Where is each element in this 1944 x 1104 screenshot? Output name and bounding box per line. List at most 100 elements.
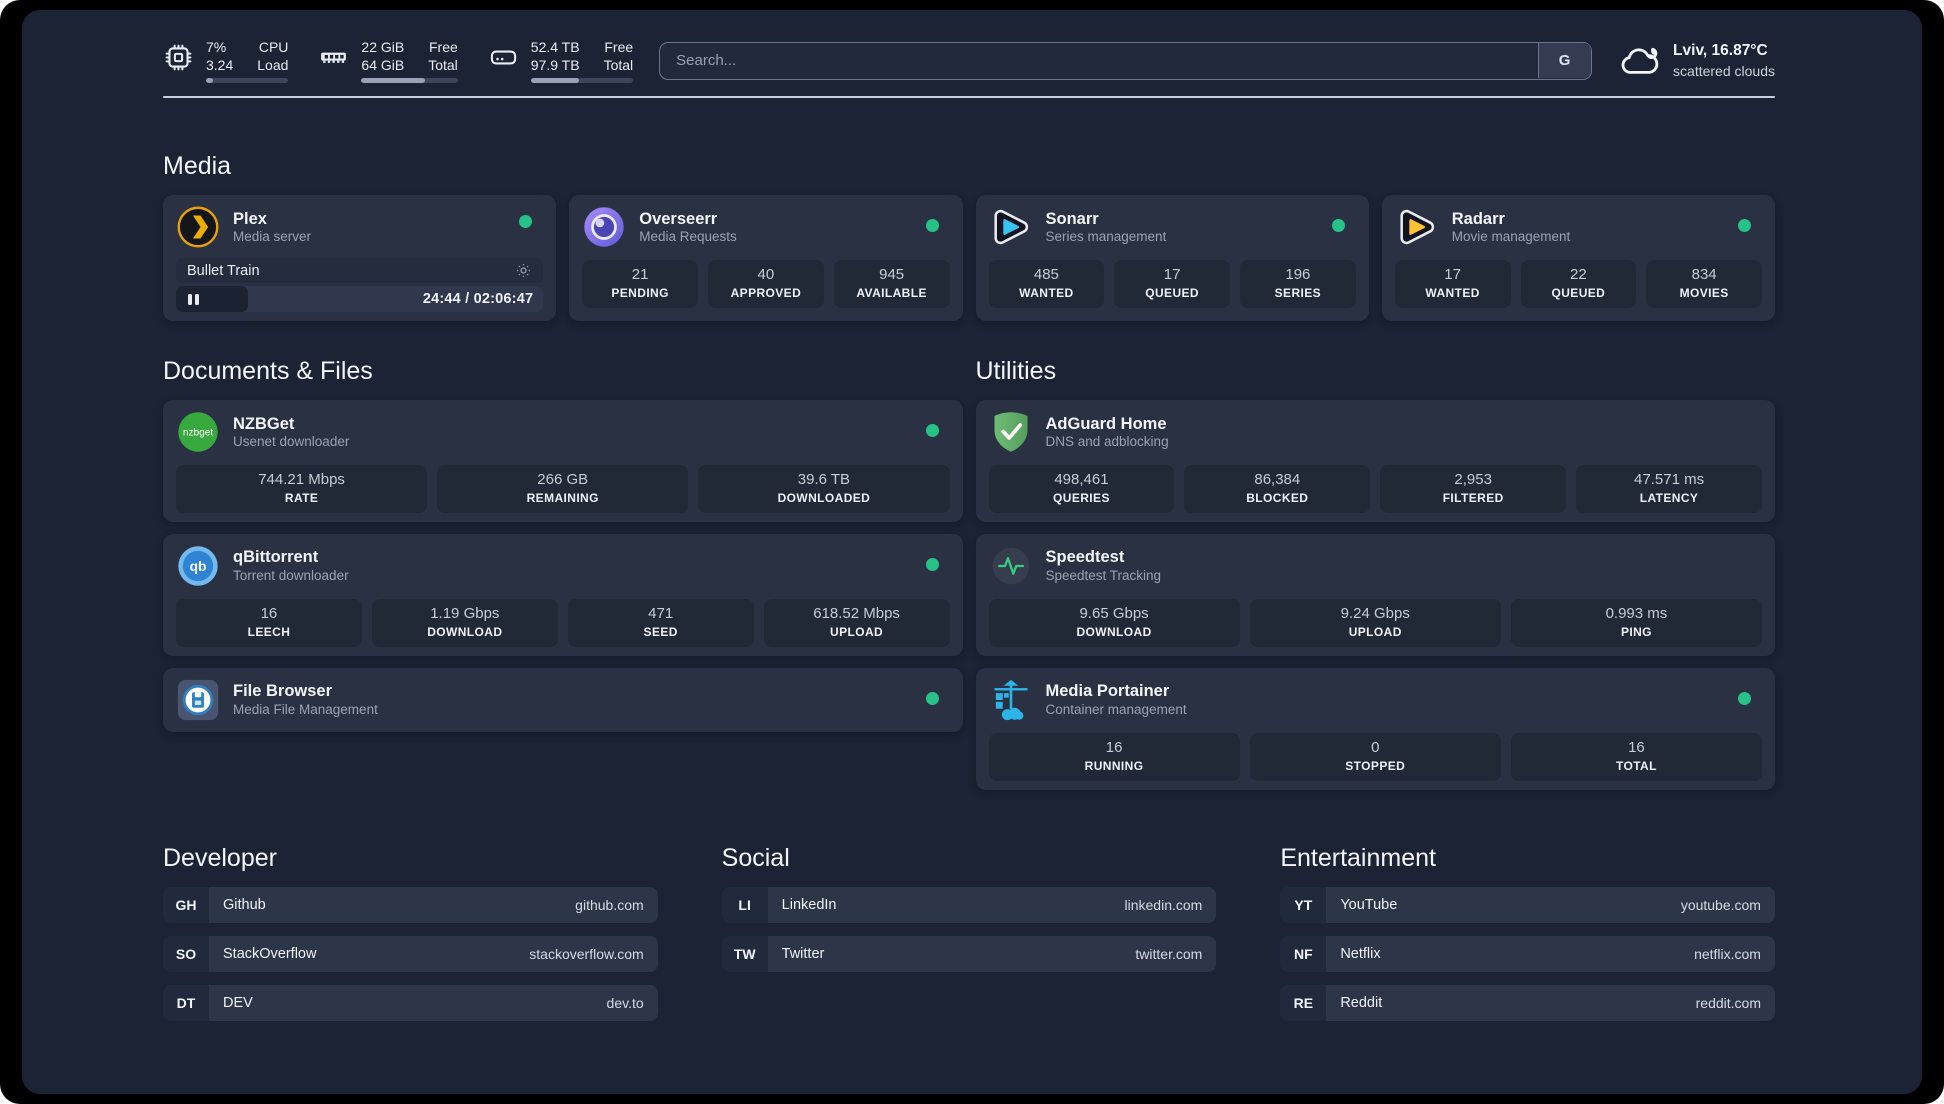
- search-bar: G: [659, 41, 1593, 80]
- stat-box: 0.993 ms PING: [1510, 599, 1762, 647]
- stat-label: QUEUED: [1551, 286, 1606, 301]
- link-dev[interactable]: DT DEV dev.to: [163, 984, 658, 1021]
- section-title-entertainment: Entertainment: [1280, 843, 1436, 872]
- app-name: Media Portainer: [1045, 682, 1170, 701]
- link-name: StackOverflow: [223, 945, 317, 962]
- app-subtitle: Torrent downloader: [233, 568, 349, 583]
- stat-label: WANTED: [1019, 286, 1074, 301]
- link-reddit[interactable]: RE Reddit reddit.com: [1280, 984, 1775, 1021]
- stat-label: STOPPED: [1345, 758, 1406, 773]
- stat-box: 17 QUEUED: [1114, 260, 1230, 309]
- window-frame: 7% 3.24 CPU Load 22 GiB 64 GiB Free Tota…: [0, 0, 1944, 1104]
- link-youtube[interactable]: YT YouTube youtube.com: [1280, 886, 1775, 923]
- status-dot-online: [925, 691, 939, 705]
- plex-player-progressbar[interactable]: 24:44 / 02:06:47: [176, 286, 544, 313]
- storage-free-label: Free: [604, 39, 634, 55]
- stat-box: 16 LEECH: [176, 599, 362, 647]
- stat-label: AVAILABLE: [856, 286, 927, 301]
- app-card-plex[interactable]: Plex Media server Bullet Train 24:44 / 0…: [163, 195, 557, 322]
- link-abbr: RE: [1280, 984, 1327, 1021]
- search-provider-button[interactable]: G: [1537, 43, 1591, 79]
- stat-value: 744.21 Mbps: [258, 471, 345, 489]
- stat-box: 1.19 Gbps DOWNLOAD: [371, 599, 558, 647]
- stat-box: 39.6 TB DOWNLOADED: [698, 465, 950, 514]
- link-github[interactable]: GH Github github.com: [163, 886, 658, 923]
- stat-box: 17 WANTED: [1394, 260, 1511, 309]
- stat-value: 16: [260, 605, 278, 623]
- app-card-portainer[interactable]: Media Portainer Container management 16 …: [975, 667, 1775, 790]
- app-card-speedtest[interactable]: Speedtest Speedtest Tracking 9.65 Gbps D…: [975, 534, 1775, 656]
- app-name: AdGuard Home: [1045, 414, 1167, 433]
- memory-free-label: Free: [429, 39, 458, 55]
- section-title-documents: Documents & Files: [163, 357, 373, 386]
- link-name: Twitter: [781, 945, 825, 962]
- qbittorrent-logo-icon: qb: [176, 544, 220, 588]
- app-card-filebrowser[interactable]: File Browser Media File Management: [163, 667, 963, 732]
- app-card-sonarr[interactable]: Sonarr Series management 485 WANTED 17 Q…: [975, 195, 1369, 322]
- link-abbr: SO: [163, 935, 209, 972]
- link-linkedin[interactable]: LI LinkedIn linkedin.com: [721, 886, 1217, 923]
- disk-icon: [490, 50, 516, 65]
- app-subtitle: Media server: [233, 229, 312, 245]
- pause-icon[interactable]: [186, 290, 201, 309]
- storage-progress-fill: [530, 78, 579, 84]
- stat-label: LATENCY: [1639, 491, 1699, 506]
- link-stackoverflow[interactable]: SO StackOverflow stackoverflow.com: [163, 935, 658, 972]
- section-title-utilities: Utilities: [975, 357, 1057, 386]
- link-url: netflix.com: [1694, 945, 1761, 962]
- stat-box: 618.52 Mbps UPLOAD: [763, 599, 950, 647]
- link-twitter[interactable]: TW Twitter twitter.com: [721, 935, 1217, 972]
- stat-label: WANTED: [1425, 286, 1480, 301]
- stat-label: REMAINING: [526, 491, 599, 506]
- stat-value: 39.6 TB: [797, 471, 851, 489]
- stat-label: MOVIES: [1679, 286, 1729, 301]
- memory-progress-fill: [361, 78, 426, 84]
- app-subtitle: Media File Management: [233, 701, 378, 717]
- stat-label: DOWNLOAD: [427, 624, 503, 639]
- stat-box: 47.571 ms LATENCY: [1576, 465, 1762, 514]
- stat-label: SERIES: [1274, 286, 1322, 301]
- memory-total-label: Total: [428, 57, 458, 74]
- stat-box: 21 PENDING: [582, 260, 698, 309]
- stat-box: 40 APPROVED: [708, 260, 824, 309]
- stat-box: 86,384 BLOCKED: [1184, 465, 1371, 514]
- stat-value: 0: [1371, 738, 1380, 756]
- stat-value: 17: [1163, 266, 1181, 284]
- nzbget-logo-icon: nzbget: [176, 410, 220, 454]
- sonarr-logo-icon: [989, 205, 1033, 249]
- app-card-nzbget[interactable]: nzbget NZBGet Usenet downloader 744.21 M…: [163, 400, 963, 523]
- stat-label: SEED: [643, 624, 678, 639]
- app-card-radarr[interactable]: Radarr Movie management 17 WANTED 22 QUE…: [1381, 195, 1775, 322]
- stat-value: 0.993 ms: [1605, 605, 1668, 623]
- link-netflix[interactable]: NF Netflix netflix.com: [1280, 935, 1775, 972]
- weather-widget: Lviv, 16.87°C scattered clouds: [1618, 40, 1775, 82]
- stat-value: 9.24 Gbps: [1340, 605, 1410, 623]
- stat-value: 266 GB: [537, 471, 589, 489]
- app-card-overseerr[interactable]: Overseerr Media Requests 21 PENDING 40 A…: [569, 195, 963, 322]
- stat-box: 16 TOTAL: [1510, 732, 1762, 781]
- search-input[interactable]: [659, 41, 1593, 80]
- stat-box: 471 SEED: [567, 599, 754, 647]
- stat-label: DOWNLOADED: [777, 491, 871, 506]
- link-abbr: LI: [721, 886, 768, 923]
- top-bar: 7% 3.24 CPU Load 22 GiB 64 GiB Free Tota…: [163, 38, 1775, 84]
- app-card-adguard[interactable]: AdGuard Home DNS and adblocking 498,461 …: [975, 400, 1775, 523]
- stat-value: 2,953: [1454, 471, 1492, 489]
- stat-box: 196 SERIES: [1240, 260, 1356, 309]
- dashboard-page: 7% 3.24 CPU Load 22 GiB 64 GiB Free Tota…: [22, 10, 1922, 1094]
- stat-label: LEECH: [247, 624, 291, 639]
- app-card-qbittorrent[interactable]: qb qBittorrent Torrent downloader 16 LEE…: [163, 534, 963, 656]
- weather-location-temp: Lviv, 16.87°C: [1673, 41, 1768, 59]
- memory-stat: 22 GiB 64 GiB Free Total: [318, 38, 458, 84]
- stat-value: 16: [1105, 738, 1123, 756]
- memory-free-value: 22 GiB: [361, 39, 405, 55]
- svg-text:nzbget: nzbget: [183, 428, 213, 439]
- stat-label: UPLOAD: [830, 624, 884, 639]
- cpu-icon: [165, 44, 192, 71]
- status-dot-online: [925, 219, 939, 233]
- link-url: github.com: [575, 896, 644, 913]
- links-section-developer: Developer GH Github github.com SO StackO…: [163, 790, 658, 1021]
- stat-box: 498,461 QUERIES: [988, 465, 1175, 514]
- radarr-logo-icon: [1395, 205, 1439, 249]
- gear-icon[interactable]: [515, 262, 532, 279]
